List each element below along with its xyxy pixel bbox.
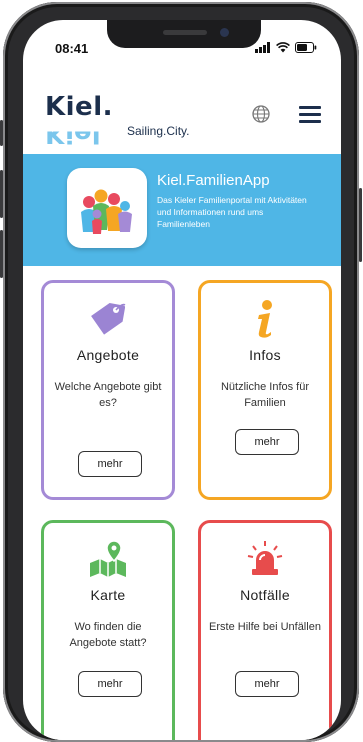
more-button[interactable]: mehr (235, 429, 299, 455)
camera (220, 28, 229, 37)
siren-icon (247, 541, 283, 575)
side-button (0, 120, 3, 146)
notch (107, 20, 261, 48)
more-button[interactable]: mehr (78, 671, 142, 697)
family-app-icon (67, 168, 147, 248)
more-button[interactable]: mehr (235, 671, 299, 697)
side-button (0, 230, 3, 278)
card-title: Angebote (76, 347, 140, 363)
card-icon-wrap (201, 299, 329, 339)
card-icon-wrap (44, 299, 172, 337)
map-icon (90, 540, 126, 577)
phone-frame: 08:41 Kiel. Kiel Sailing.City. Kiel.Fami… (0, 2, 362, 742)
wifi-icon (276, 42, 290, 53)
logo-text: Kiel. (45, 92, 113, 122)
banner-title: Kiel.FamilienApp (157, 172, 270, 189)
phone-screen: 08:41 Kiel. Kiel Sailing.City. Kiel.Fami… (23, 20, 341, 740)
app-banner: Kiel.FamilienApp Das Kieler Familienport… (23, 154, 341, 266)
banner-subtitle: Das Kieler Familienportal mit Aktivitäte… (157, 195, 307, 229)
card-icon-wrap (201, 539, 329, 579)
signal-icon (255, 42, 270, 53)
logo-mirror: Kiel (45, 118, 101, 148)
info-icon (258, 300, 272, 338)
tag-icon (91, 303, 126, 335)
card-icon-wrap (44, 539, 172, 579)
side-button (0, 170, 3, 218)
status-icons (255, 42, 317, 53)
card-title: Karte (90, 587, 126, 603)
family-figures-icon (81, 189, 132, 234)
card-infos[interactable]: Infos Nützliche Infos für Familien mehr (198, 280, 332, 500)
battery-icon (295, 42, 317, 53)
card-description: Welche Angebote gibt es? (54, 381, 162, 409)
card-angebote[interactable]: Angebote Welche Angebote gibt es? mehr (41, 280, 175, 500)
hamburger-menu-icon[interactable] (299, 106, 321, 124)
speaker (163, 30, 207, 35)
globe-icon[interactable] (251, 104, 271, 124)
card-title: Notfälle (240, 587, 290, 603)
card-description: Wo finden die Angebote statt? (69, 621, 147, 649)
side-button (359, 188, 362, 262)
card-description: Nützliche Infos für Familien (220, 381, 310, 409)
card-karte[interactable]: Karte Wo finden die Angebote statt? mehr (41, 520, 175, 740)
logo-tagline: Sailing.City. (127, 124, 190, 138)
card-notfaelle[interactable]: Notfälle Erste Hilfe bei Unfällen mehr (198, 520, 332, 740)
status-time: 08:41 (55, 41, 89, 56)
card-title: Infos (249, 347, 281, 363)
more-button[interactable]: mehr (78, 451, 142, 477)
app-header: Kiel. Kiel Sailing.City. (23, 70, 341, 150)
card-description: Erste Hilfe bei Unfällen (209, 621, 321, 633)
kiel-logo[interactable]: Kiel. Kiel Sailing.City. (45, 92, 189, 122)
